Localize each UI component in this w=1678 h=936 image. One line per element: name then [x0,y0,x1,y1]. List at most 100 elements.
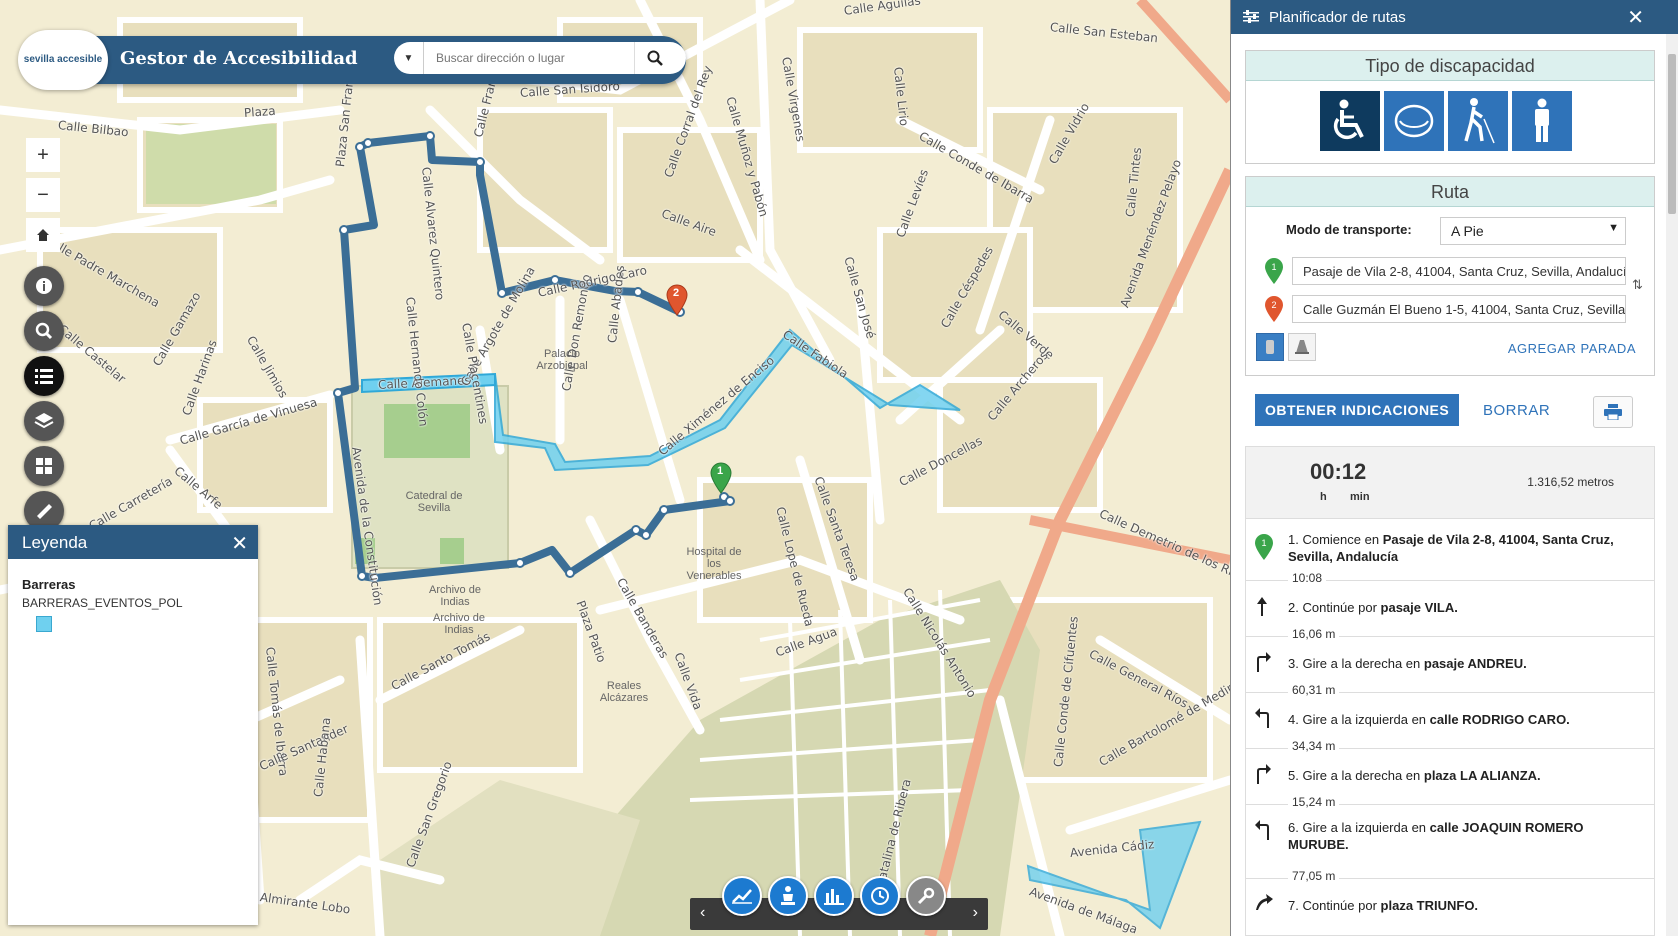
legend-body: Barreras BARRERAS_EVENTOS_POL [8,559,258,650]
turn-left-icon [1255,820,1269,840]
direction-step[interactable]: 6. Gire a la izquierda en calle JOAQUIN … [1246,805,1654,883]
start-marker-icon[interactable]: 1 [710,462,732,494]
panel-scrollbar[interactable] [1666,34,1678,936]
start-pin-icon: 1 [1264,257,1284,290]
clock-icon [871,887,889,905]
continue-right-icon [1256,894,1273,910]
get-directions-button[interactable]: OBTENER INDICACIONES [1255,394,1460,426]
legend-header: Leyenda ✕ [8,525,258,559]
panel-header: Planificador de rutas ✕ [1231,0,1678,34]
search-input[interactable] [424,51,634,65]
blind-button[interactable] [1448,91,1508,151]
direction-step[interactable]: 5. Gire a la derecha en plaza LA ALIANZA… [1246,749,1654,809]
hearing-button[interactable] [1384,91,1444,151]
search-tool-button[interactable] [24,311,64,351]
route-time: 00:12 [1310,459,1367,484]
zoom-in-button[interactable]: + [26,138,60,172]
home-button[interactable] [26,218,60,252]
legend-swatch [36,616,52,632]
cone-icon [1295,340,1309,354]
poi-label: Archivo de Indias [433,612,485,636]
poi-label: Reales Alcázares [599,680,649,704]
layers-button[interactable] [24,401,64,441]
direction-step[interactable]: 4. Gire a la izquierda en calle RODRIGO … [1246,693,1654,753]
info-button[interactable] [24,266,64,306]
toolbar-prev-button[interactable]: ‹ [700,904,705,922]
poi-label: Catedral de Sevilla [405,490,463,514]
hours-label: h [1320,491,1327,503]
stats-tool-button[interactable] [814,876,854,916]
person-icon [781,886,795,905]
transport-mode-select[interactable]: A Pie ▼ [1440,217,1626,245]
directions-list: 00:12 h min 1.316,52 metros 1 1. Comienc… [1245,446,1655,936]
turn-left-icon [1255,708,1269,728]
poi-label: Hospital de los Venerables [686,546,742,582]
zoom-out-button[interactable]: − [26,178,60,212]
home-icon [37,229,49,241]
disability-section-title: Tipo de discapacidad [1246,51,1654,81]
chart-tool-button[interactable] [722,876,762,916]
direction-step[interactable]: 1 1. Comience en Pasaje de Vila 2-8, 410… [1246,519,1654,585]
disability-section: Tipo de discapacidad [1245,50,1655,164]
direction-step[interactable]: 3. Gire a la derecha en pasaje ANDREU. 6… [1246,637,1654,697]
svg-text:1: 1 [1271,262,1276,272]
search-source-dropdown[interactable]: ▼ [394,42,424,74]
end-marker-label: 2 [673,287,680,299]
search-box: ▼ [394,42,686,74]
svg-text:2: 2 [1271,300,1276,310]
step-text: 3. Gire a la derecha en pasaje ANDREU. [1288,656,1527,671]
legend-button[interactable] [24,356,64,396]
minutes-label: min [1350,491,1370,503]
panel-close-button[interactable]: ✕ [1627,5,1644,30]
legend-item-label: BARRERAS_EVENTOS_POL [22,596,183,610]
bar-chart-icon [824,889,844,905]
wheelchair-icon [1333,99,1364,140]
layers-icon [34,413,54,429]
legend-panel: Leyenda ✕ Barreras BARRERAS_EVENTOS_POL [8,525,258,925]
street-label: Plaza [243,103,276,120]
route-options-button[interactable] [1256,333,1284,361]
hearing-icon [1394,104,1434,138]
search-button[interactable] [634,42,674,74]
history-tool-button[interactable] [860,876,900,916]
direction-step[interactable]: 2. Continúe por pasaje VILA. 16,06 m [1246,581,1654,641]
poi-label: Palacio Arzobispal [536,348,588,372]
app-root: 1 2 Calle Aguilas Calle San Esteban Call… [0,0,1678,936]
ruler-icon [37,504,52,519]
logo[interactable]: sevilla accesible [18,30,108,90]
basemap-button[interactable] [24,446,64,486]
wheelchair-button[interactable] [1320,91,1380,151]
stop-1-input[interactable]: Pasaje de Vila 2-8, 41004, Santa Cruz, S… [1292,257,1626,285]
turn-right-icon [1257,764,1271,784]
accessibility-tool-button[interactable] [768,876,808,916]
standing-person-button[interactable] [1512,91,1572,151]
step-text: 2. Continúe por pasaje VILA. [1288,600,1458,615]
app-title: Gestor de Accesibilidad [120,48,358,69]
end-marker-icon[interactable]: 2 [666,284,688,316]
print-button[interactable] [1593,396,1633,428]
traffic-cone-button[interactable] [1288,333,1316,361]
legend-group-title: Barreras [22,577,76,592]
search-icon [647,50,663,66]
settings-tool-button[interactable] [906,876,946,916]
swap-stops-icon[interactable]: ⇅ [1632,277,1643,293]
start-pin-icon: 1 [1255,534,1273,560]
transport-mode-label: Modo de transporte: [1286,222,1412,237]
app-header: sevilla accesible Gestor de Accesibilida… [18,30,686,90]
legend-close-button[interactable]: ✕ [231,531,248,556]
route-distance: 1.316,52 metros [1527,475,1614,489]
print-icon [1604,404,1622,420]
grid-icon [36,458,52,474]
step-text: 1. Comience en Pasaje de Vila 2-8, 41004… [1288,532,1614,564]
toolbar-next-button[interactable]: › [973,904,978,922]
panel-title: Planificador de rutas [1269,8,1406,26]
stop-2-input[interactable]: Calle Guzmán El Bueno 1-5, 41004, Santa … [1292,295,1626,323]
logo-text: sevilla accesible [23,54,103,65]
direction-step[interactable]: 7. Continúe por plaza TRIUNFO. [1246,879,1654,935]
scrollbar-thumb[interactable] [1668,54,1676,214]
clear-button[interactable]: BORRAR [1483,402,1550,419]
add-stop-link[interactable]: AGREGAR PARADA [1508,341,1636,356]
map-view[interactable]: 1 2 Calle Aguilas Calle San Esteban Call… [0,0,1230,936]
step-text: 7. Continúe por plaza TRIUNFO. [1288,898,1479,913]
route-planner-panel: Planificador de rutas ✕ Tipo de discapac… [1230,0,1678,936]
